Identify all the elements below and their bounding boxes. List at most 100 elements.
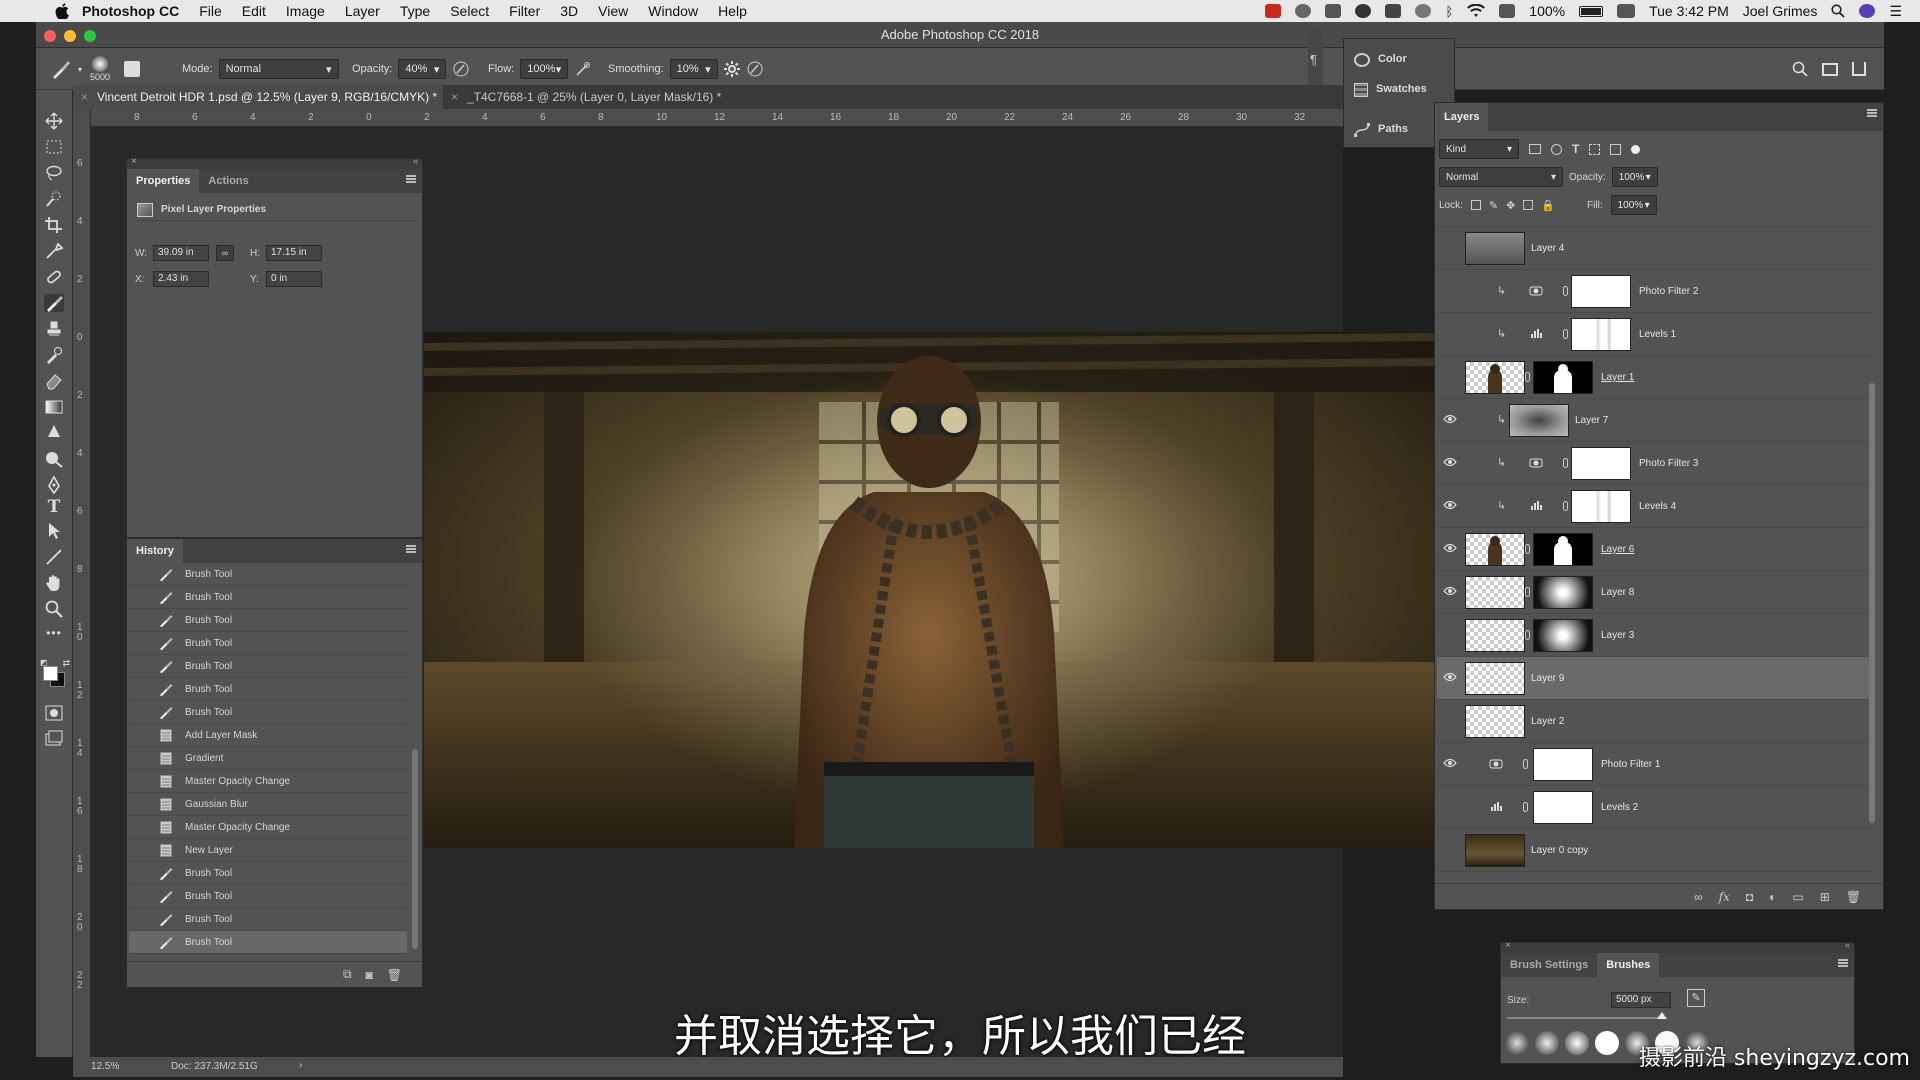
more-tools-icon[interactable]: ••• <box>44 624 64 642</box>
document-canvas[interactable] <box>424 332 1434 848</box>
smart-object-filter-icon[interactable] <box>1610 143 1622 155</box>
visibility-toggle[interactable] <box>1443 371 1457 383</box>
layer-name[interactable]: Levels 2 <box>1601 786 1638 829</box>
visibility-toggle[interactable] <box>1443 844 1457 856</box>
type-filter-icon[interactable]: T <box>1572 142 1579 156</box>
tool-preset-picker[interactable]: ▾ <box>50 48 82 90</box>
lock-position-icon[interactable]: ✥ <box>1506 199 1515 212</box>
swatches-panel-tab[interactable]: Swatches <box>1354 83 1427 97</box>
width-field[interactable]: 39.09 in <box>153 245 209 261</box>
close-icon[interactable]: × <box>1505 940 1511 951</box>
fill-input[interactable]: 100% ▾ <box>1610 195 1657 215</box>
close-icon[interactable]: × <box>451 85 458 109</box>
layer-row[interactable]: ↳ Levels 4 <box>1437 485 1875 528</box>
swap-colors-icon[interactable]: ⇄ <box>62 658 70 669</box>
menu-edit[interactable]: Edit <box>232 0 276 22</box>
menu-layer[interactable]: Layer <box>335 0 390 22</box>
visibility-toggle[interactable] <box>1443 801 1457 813</box>
visibility-toggle[interactable] <box>1443 285 1457 297</box>
link-icon[interactable] <box>1563 329 1568 339</box>
layer-row[interactable]: ↳ Photo Filter 2 <box>1437 270 1875 313</box>
hand-tool-icon[interactable] <box>44 574 64 592</box>
trash-icon[interactable]: 🗑 <box>387 968 402 982</box>
pen-tool-icon[interactable] <box>44 476 64 494</box>
menu-view[interactable]: View <box>588 0 638 22</box>
lasso-tool-icon[interactable] <box>44 164 64 182</box>
link-icon[interactable] <box>1523 759 1528 769</box>
visibility-toggle[interactable] <box>1443 629 1457 641</box>
layer-row[interactable]: ↳ Photo Filter 3 <box>1437 442 1875 485</box>
link-layers-icon[interactable]: ∞ <box>1694 890 1703 904</box>
apple-icon[interactable] <box>52 0 72 22</box>
eraser-tool-icon[interactable] <box>44 372 64 390</box>
menubar-clock[interactable]: Tue 3:42 PM <box>1649 3 1729 19</box>
tab-properties[interactable]: Properties <box>127 169 200 193</box>
layer-name[interactable]: Photo Filter 2 <box>1639 270 1698 313</box>
tab-t4c7668[interactable]: × _T4C7668-1 @ 25% (Layer 0, Layer Mask/… <box>443 85 823 109</box>
vertical-ruler[interactable]: 6 4 2 0 2 4 6 8 1 0 1 2 1 4 1 6 1 8 2 0 2 2 <box>73 109 91 1057</box>
layer-row[interactable]: Levels 2 <box>1437 786 1875 829</box>
trash-icon[interactable]: 🗑 <box>1846 890 1861 904</box>
history-item[interactable]: Brush Tool <box>129 931 407 954</box>
tab-history[interactable]: History <box>127 539 183 563</box>
line-tool-icon[interactable] <box>44 548 64 566</box>
horizontal-ruler[interactable]: 8 6 4 2 0 2 4 6 8 10 12 14 16 18 20 22 24 26 28 30 32 <box>90 109 1343 127</box>
marquee-tool-icon[interactable] <box>44 138 64 156</box>
window-zoom-icon[interactable] <box>84 30 96 42</box>
screen-mode-icon[interactable] <box>44 730 64 748</box>
menu-window[interactable]: Window <box>638 0 708 22</box>
layer-opacity-input[interactable]: 100% ▾ <box>1611 167 1658 187</box>
layer-name[interactable]: Layer 0 copy <box>1531 829 1588 872</box>
foreground-color-swatch[interactable] <box>43 666 58 681</box>
menu-type[interactable]: Type <box>390 0 440 22</box>
pressure-size-icon[interactable] <box>746 60 764 78</box>
layer-name[interactable]: Layer 8 <box>1601 571 1634 614</box>
clone-stamp-tool-icon[interactable] <box>44 320 64 338</box>
paragraph-icon[interactable]: ¶ <box>1310 52 1317 67</box>
pressure-opacity-icon[interactable] <box>452 60 470 78</box>
dropbox-icon[interactable] <box>1325 4 1342 18</box>
x-field[interactable]: 2.43 in <box>153 271 209 287</box>
layer-row[interactable]: Layer 9 <box>1437 657 1875 700</box>
layer-name[interactable]: Levels 1 <box>1639 313 1676 356</box>
window-close-icon[interactable] <box>44 30 56 42</box>
smoothing-input[interactable]: 10% ▾ <box>669 59 718 79</box>
y-field[interactable]: 0 in <box>266 271 322 287</box>
panel-grip[interactable]: × « <box>1501 940 1854 953</box>
close-icon[interactable]: × <box>81 85 88 109</box>
visibility-toggle[interactable] <box>1443 715 1457 727</box>
menu-image[interactable]: Image <box>276 0 335 22</box>
eyedropper-tool-icon[interactable] <box>44 242 64 260</box>
color-swatches[interactable]: ◩ ⇄ <box>40 658 70 688</box>
history-item[interactable]: Master Opacity Change <box>129 770 407 793</box>
layer-name[interactable]: Layer 3 <box>1601 614 1634 657</box>
tab-vincent-detroit[interactable]: × Vincent Detroit HDR 1.psd @ 12.5% (Lay… <box>73 85 443 109</box>
color-panel-tab[interactable]: Color <box>1354 53 1407 67</box>
layer-name[interactable]: Layer 7 <box>1575 399 1608 442</box>
siri-icon[interactable] <box>1859 4 1876 18</box>
creative-cloud-icon[interactable] <box>1295 4 1312 18</box>
close-icon[interactable]: × <box>131 156 137 167</box>
eye-icon[interactable] <box>1443 457 1457 469</box>
dodge-tool-icon[interactable] <box>44 450 64 468</box>
layer-name[interactable]: Layer 2 <box>1531 700 1564 743</box>
brush-tool-icon[interactable] <box>44 294 64 312</box>
keyboard-icon[interactable] <box>1617 4 1636 18</box>
time-machine-icon[interactable] <box>1415 4 1432 18</box>
history-item[interactable]: Brush Tool <box>129 885 407 908</box>
menu-filter[interactable]: Filter <box>499 0 550 22</box>
link-dimensions-icon[interactable]: ∞ <box>216 245 234 261</box>
crop-tool-icon[interactable] <box>44 216 64 234</box>
menu-file[interactable]: File <box>189 0 232 22</box>
layer-name[interactable]: Layer 6 <box>1601 528 1634 571</box>
link-icon[interactable] <box>1525 630 1530 640</box>
layer-row[interactable]: Layer 3 <box>1437 614 1875 657</box>
menu-app-name[interactable]: Photoshop CC <box>72 0 189 22</box>
opacity-input[interactable]: 40% ▾ <box>398 59 447 79</box>
collapse-icon[interactable]: « <box>413 156 418 166</box>
mode-select[interactable]: Normal ▾ <box>218 59 339 79</box>
layer-row[interactable]: Photo Filter 1 <box>1437 743 1875 786</box>
share-icon[interactable] <box>1852 62 1866 76</box>
shape-filter-icon[interactable] <box>1589 143 1601 155</box>
layer-name[interactable]: Levels 4 <box>1639 485 1676 528</box>
